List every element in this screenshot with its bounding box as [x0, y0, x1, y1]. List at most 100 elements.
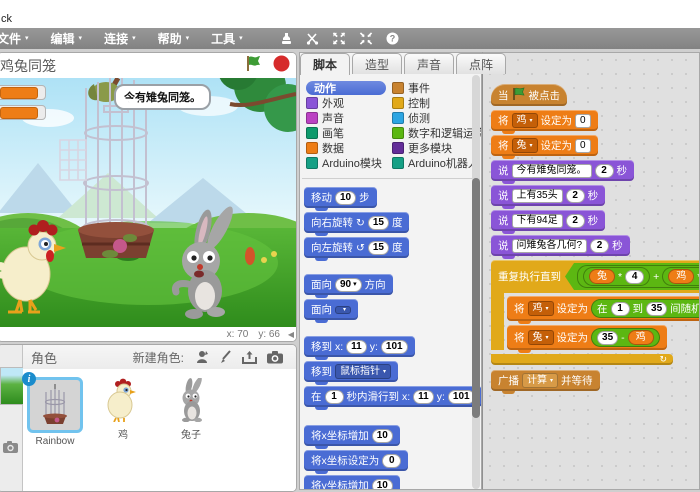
y-input[interactable]: 101	[448, 390, 475, 404]
set-variable-block[interactable]: 将 兔▾ 设定为 0	[491, 135, 598, 156]
direction-dropdown[interactable]: 90▾	[335, 278, 362, 292]
category-looks[interactable]: 外观	[306, 96, 392, 110]
secs-input[interactable]: 1	[325, 390, 344, 404]
stage-thumbnail[interactable]	[0, 367, 24, 405]
category-arduino-robot[interactable]: Arduino机器人	[392, 156, 482, 170]
point-direction-block[interactable]: 面向 90▾ 方向	[304, 274, 393, 295]
y-input[interactable]: 101	[381, 340, 408, 354]
variable-chicken-reporter[interactable]: 鸡	[668, 269, 694, 284]
set-variable-block[interactable]: 将 鸡▾ 设定为 在 1 到 35 间随机选一个数	[507, 296, 700, 321]
tab-costumes[interactable]: 造型	[352, 53, 402, 74]
message-input[interactable]: 今有雉兔同笼。	[512, 164, 592, 178]
paint-brush-icon[interactable]	[219, 350, 232, 364]
menu-connect[interactable]: 连接 ▾	[93, 30, 147, 47]
to-input[interactable]: 35	[646, 302, 667, 316]
sprite-item-rabbit[interactable]: 兔子	[163, 377, 219, 441]
variable-dropdown[interactable]: 兔▾	[512, 138, 538, 153]
set-x-block[interactable]: 将x坐标设定为0	[304, 450, 408, 471]
variable-dropdown[interactable]: 兔▾	[528, 330, 554, 345]
category-pen[interactable]: 画笔	[306, 126, 392, 140]
broadcast-and-wait-block[interactable]: 广播 计算▾ 并等待	[491, 370, 600, 391]
palette-scrollbar[interactable]	[472, 75, 480, 489]
x-input[interactable]: 0	[382, 454, 401, 468]
from-input[interactable]: 1	[611, 302, 630, 316]
duplicate-stamp-icon[interactable]	[280, 32, 293, 45]
stage-canvas[interactable]: 今有雉兔同笼。	[0, 78, 296, 327]
dx-input[interactable]: 10	[372, 429, 393, 443]
change-y-block[interactable]: 将y坐标增加10	[304, 475, 400, 490]
when-flag-clicked-block[interactable]: 当 被点击	[491, 84, 567, 106]
x-input[interactable]: 11	[346, 340, 367, 354]
degrees-input[interactable]: 15	[368, 216, 389, 230]
category-arduino-module[interactable]: Arduino模块	[306, 156, 392, 170]
say-for-secs-block[interactable]: 说下有94足2秒	[491, 210, 605, 231]
collapse-left-icon[interactable]: ◀	[288, 330, 294, 339]
shrink-icon[interactable]	[359, 32, 373, 45]
pick-random-block[interactable]: 在 1 到 35 间随机选一个数	[591, 299, 700, 318]
tab-dotmatrix[interactable]: 点阵	[456, 53, 506, 74]
say-for-secs-block[interactable]: 说今有雉兔同笼。2秒	[491, 160, 634, 181]
point-towards-block[interactable]: 面向 ▾	[304, 299, 358, 320]
block-help-icon[interactable]: ?	[386, 32, 399, 45]
stop-icon[interactable]	[273, 55, 290, 77]
subtract-operator[interactable]: 35 - 鸡	[591, 328, 660, 347]
number-input[interactable]: 35	[597, 331, 618, 345]
equals-operator[interactable]: 兔 * 4 + 鸡 * 2 = 94	[565, 263, 700, 290]
goto-xy-block[interactable]: 移到x:11y:101	[304, 336, 415, 357]
steps-input[interactable]: 10	[335, 191, 356, 205]
variable-dropdown[interactable]: 鸡▾	[528, 301, 554, 316]
category-sound[interactable]: 声音	[306, 111, 392, 125]
green-flag-icon[interactable]	[245, 55, 263, 77]
category-data[interactable]: 数据	[306, 141, 392, 155]
goto-dropdown[interactable]: 鼠标指针▾	[335, 364, 391, 379]
turn-cw-block[interactable]: 向右旋转↻15度	[304, 212, 409, 233]
message-input[interactable]: 问雉兔各几何?	[512, 239, 588, 253]
move-steps-block[interactable]: 移动10步	[304, 187, 377, 208]
change-x-block[interactable]: 将x坐标增加10	[304, 425, 400, 446]
sprite-item-chicken[interactable]: 鸡	[95, 377, 151, 441]
goto-target-block[interactable]: 移到 鼠标指针▾	[304, 361, 398, 382]
camera-icon[interactable]	[3, 440, 18, 458]
menu-edit[interactable]: 编辑 ▾	[40, 30, 94, 47]
menu-help[interactable]: 帮助 ▾	[147, 30, 201, 47]
stage-selector-strip[interactable]	[0, 345, 23, 492]
secs-input[interactable]: 2	[590, 239, 609, 253]
x-input[interactable]: 11	[413, 390, 434, 404]
glide-block[interactable]: 在1秒内滑行到x:11y:101	[304, 386, 482, 407]
tab-sounds[interactable]: 声音	[404, 53, 454, 74]
set-variable-block[interactable]: 将 鸡▾ 设定为 0	[491, 110, 598, 131]
category-events[interactable]: 事件	[392, 81, 482, 95]
sprite-library-icon[interactable]	[195, 350, 209, 364]
towards-dropdown[interactable]: ▾	[335, 306, 351, 314]
secs-input[interactable]: 2	[595, 164, 614, 178]
broadcast-dropdown[interactable]: 计算▾	[522, 373, 558, 388]
grow-icon[interactable]	[332, 32, 346, 45]
value-input[interactable]: 0	[575, 114, 591, 128]
scrollbar-thumb[interactable]	[472, 178, 480, 418]
repeat-until-block[interactable]: 重复执行直到 兔 * 4 + 鸡 * 2	[491, 260, 700, 365]
turn-ccw-block[interactable]: 向左旋转↺15度	[304, 237, 409, 258]
variable-rabbit-reporter[interactable]: 兔	[589, 269, 615, 284]
variable-watcher[interactable]	[0, 85, 46, 100]
category-motion[interactable]: 动作	[306, 81, 386, 95]
info-icon[interactable]: i	[22, 372, 36, 386]
delete-scissors-icon[interactable]	[306, 32, 319, 45]
variable-watcher[interactable]	[0, 105, 46, 120]
degrees-input[interactable]: 15	[368, 241, 389, 255]
say-for-secs-block[interactable]: 说问雉兔各几何?2秒	[491, 235, 630, 256]
value-input[interactable]: 0	[575, 139, 591, 153]
camera-icon[interactable]	[267, 351, 283, 364]
menu-file[interactable]: 文件 ▾	[0, 30, 40, 47]
say-for-secs-block[interactable]: 说上有35头2秒	[491, 185, 605, 206]
secs-input[interactable]: 2	[566, 189, 585, 203]
variable-chicken-reporter[interactable]: 鸡	[628, 330, 654, 345]
variable-dropdown[interactable]: 鸡▾	[512, 113, 538, 128]
category-operators[interactable]: 数字和逻辑运算	[392, 126, 482, 140]
menu-tools[interactable]: 工具 ▾	[200, 30, 254, 47]
set-variable-block[interactable]: 将 兔▾ 设定为 35 - 鸡	[507, 325, 667, 350]
multiply-operator[interactable]: 鸡 * 2	[662, 267, 700, 286]
category-sensing[interactable]: 侦测	[392, 111, 482, 125]
secs-input[interactable]: 2	[566, 214, 585, 228]
script-area[interactable]: 当 被点击 将 鸡▾ 设定为 0 将 兔▾ 设定为 0 说今有雉兔同笼。2秒 说…	[482, 52, 700, 490]
dy-input[interactable]: 10	[372, 479, 393, 491]
